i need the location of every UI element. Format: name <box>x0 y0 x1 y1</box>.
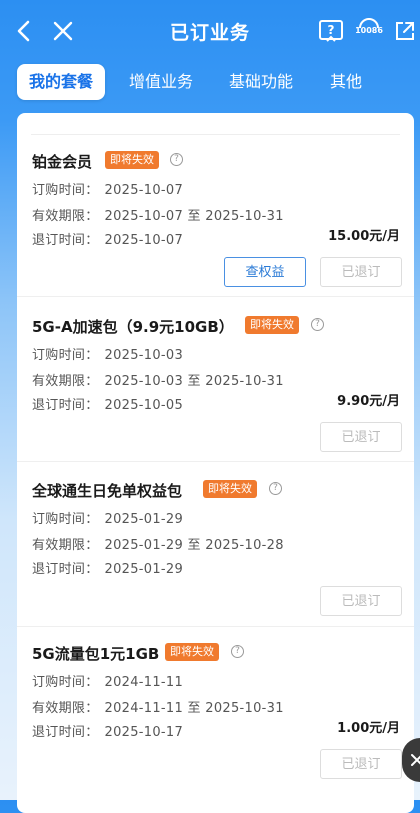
divider <box>17 626 414 627</box>
order-time-row: 订购时间： 2024-11-11 <box>32 671 183 690</box>
customer-service-icon[interactable]: 10086 <box>351 14 387 48</box>
unsubscribed-button[interactable]: 已退订 <box>320 749 402 779</box>
share-icon[interactable] <box>388 14 420 48</box>
valid-period-row: 有效期限： 2024-11-11 至 2025-10-31 <box>32 697 284 716</box>
valid-from: 2024-11-11 <box>104 701 184 716</box>
tab-other[interactable]: 其他 <box>318 64 374 100</box>
valid-to: 2025-10-31 <box>205 374 284 389</box>
order-time-value: 2025-01-29 <box>104 512 184 527</box>
order-time-value: 2024-11-11 <box>104 675 184 690</box>
help-icon[interactable]: ? <box>269 482 282 495</box>
unsubscribe-time-label: 退订时间： <box>32 398 99 413</box>
valid-from: 2025-01-29 <box>104 538 184 553</box>
to-text: 至 <box>187 209 201 224</box>
package-name: 5G-A加速包（9.9元10GB） <box>32 318 234 336</box>
unsubscribe-time-row: 退订时间： 2025-01-29 <box>32 558 183 577</box>
tab-my-package[interactable]: 我的套餐 <box>17 64 105 100</box>
unsubscribe-time-row: 退订时间： 2025-10-17 <box>32 721 183 740</box>
unsubscribe-time-label: 退订时间： <box>32 725 99 740</box>
package-card: 铂金会员 即将失效 ? 订购时间： 2025-10-07 有效期限： 2025-10… <box>17 151 414 289</box>
valid-period-label: 有效期限： <box>32 538 99 553</box>
unsubscribe-time-row: 退订时间： 2025-10-07 <box>32 229 183 248</box>
close-icon <box>411 754 420 766</box>
order-time-label: 订购时间： <box>32 675 99 690</box>
divider <box>17 461 414 462</box>
valid-from: 2025-10-03 <box>104 374 184 389</box>
to-text: 至 <box>187 374 201 389</box>
expiring-badge: 即将失效 <box>245 316 299 334</box>
package-list: 铂金会员 即将失效 ? 订购时间： 2025-10-07 有效期限： 2025-10… <box>17 113 414 813</box>
unsubscribe-time-label: 退订时间： <box>32 562 99 577</box>
price: 15.00元/月 <box>328 229 400 244</box>
valid-to: 2025-10-31 <box>205 209 284 224</box>
valid-period-row: 有效期限： 2025-01-29 至 2025-10-28 <box>32 534 284 553</box>
unsubscribe-time-label: 退订时间： <box>32 233 99 248</box>
package-name: 5G流量包1元1GB <box>32 645 160 663</box>
valid-period-row: 有效期限： 2025-10-07 至 2025-10-31 <box>32 205 284 224</box>
unsubscribed-button[interactable]: 已退订 <box>320 586 402 616</box>
tab-value-added[interactable]: 增值业务 <box>118 64 204 100</box>
valid-to: 2025-10-28 <box>205 538 284 553</box>
valid-from: 2025-10-07 <box>104 209 184 224</box>
expiring-badge: 即将失效 <box>165 643 219 661</box>
divider <box>31 134 400 135</box>
package-card: 5G-A加速包（9.9元10GB） 即将失效 ? 订购时间： 2025-10-03… <box>17 316 414 454</box>
expiring-badge: 即将失效 <box>203 480 257 498</box>
unsubscribe-time-value: 2025-10-05 <box>104 398 184 413</box>
valid-to: 2025-10-31 <box>205 701 284 716</box>
valid-period-label: 有效期限： <box>32 701 99 716</box>
unsubscribed-button[interactable]: 已退订 <box>320 422 402 452</box>
unsubscribe-time-row: 退订时间： 2025-10-05 <box>32 394 183 413</box>
valid-period-label: 有效期限： <box>32 209 99 224</box>
order-time-row: 订购时间： 2025-10-03 <box>32 344 183 363</box>
unsubscribe-time-value: 2025-10-07 <box>104 233 184 248</box>
header-bar: 已订业务 ? 10086 <box>0 0 420 62</box>
order-time-label: 订购时间： <box>32 512 99 527</box>
unsubscribe-time-value: 2025-01-29 <box>104 562 184 577</box>
price: 1.00元/月 <box>337 721 400 736</box>
valid-period-row: 有效期限： 2025-10-03 至 2025-10-31 <box>32 370 284 389</box>
help-icon[interactable]: ? <box>170 153 183 166</box>
help-icon[interactable]: ? <box>311 318 324 331</box>
price: 9.90元/月 <box>337 394 400 409</box>
tab-basic-functions[interactable]: 基础功能 <box>218 64 304 100</box>
package-name: 全球通生日免单权益包 <box>32 482 183 500</box>
package-card: 全球通生日免单权益包 即将失效 ? 订购时间： 2025-01-29 有效期限： 2… <box>17 480 414 618</box>
help-icon[interactable]: ? <box>231 645 244 658</box>
order-time-row: 订购时间： 2025-01-29 <box>32 508 183 527</box>
svg-text:?: ? <box>328 23 335 37</box>
service-number-text: 10086 <box>355 26 383 35</box>
expiring-badge: 即将失效 <box>105 151 159 169</box>
order-time-value: 2025-10-07 <box>104 183 184 198</box>
package-name: 铂金会员 <box>32 153 93 171</box>
valid-period-label: 有效期限： <box>32 374 99 389</box>
to-text: 至 <box>187 701 201 716</box>
order-time-value: 2025-10-03 <box>104 348 184 363</box>
order-time-label: 订购时间： <box>32 348 99 363</box>
view-rights-button[interactable]: 查权益 <box>224 257 306 287</box>
unsubscribe-time-value: 2025-10-17 <box>104 725 184 740</box>
order-time-row: 订购时间： 2025-10-07 <box>32 179 183 198</box>
package-card: 5G流量包1元1GB 即将失效 ? 订购时间： 2024-11-11 有效期限： 2… <box>17 643 414 781</box>
order-time-label: 订购时间： <box>32 183 99 198</box>
divider <box>17 296 414 297</box>
help-book-icon[interactable]: ? <box>314 14 348 48</box>
to-text: 至 <box>187 538 201 553</box>
tab-bar: 我的套餐 增值业务 基础功能 其他 <box>0 64 420 102</box>
unsubscribed-button[interactable]: 已退订 <box>320 257 402 287</box>
